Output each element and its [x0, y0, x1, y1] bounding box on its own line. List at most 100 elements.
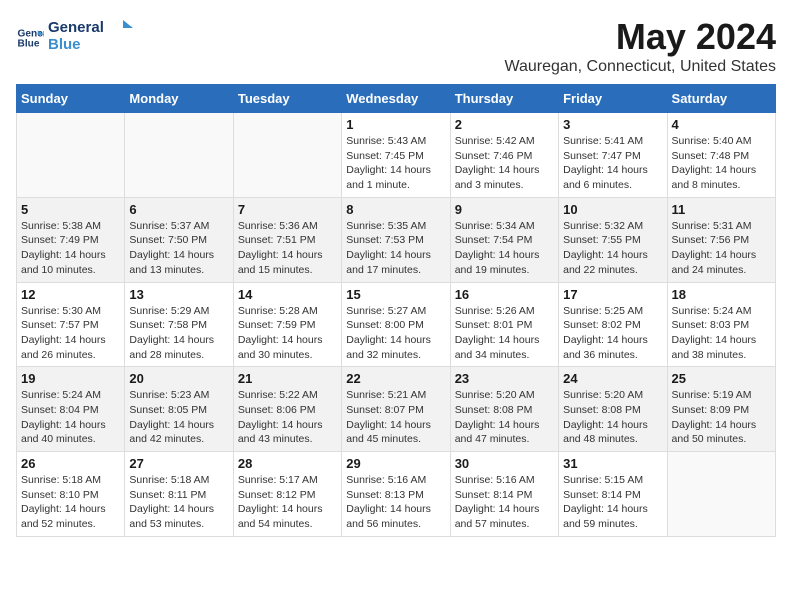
- day-info: Sunrise: 5:32 AM Sunset: 7:55 PM Dayligh…: [563, 219, 662, 278]
- day-info: Sunrise: 5:40 AM Sunset: 7:48 PM Dayligh…: [672, 134, 771, 193]
- day-info: Sunrise: 5:38 AM Sunset: 7:49 PM Dayligh…: [21, 219, 120, 278]
- day-info: Sunrise: 5:21 AM Sunset: 8:07 PM Dayligh…: [346, 388, 445, 447]
- day-number: 10: [563, 202, 662, 217]
- calendar-cell: 24 Sunrise: 5:20 AM Sunset: 8:08 PM Dayli…: [559, 367, 667, 452]
- calendar-cell: 28 Sunrise: 5:17 AM Sunset: 8:12 PM Dayli…: [233, 452, 341, 537]
- logo: General Blue General Blue: [16, 16, 138, 59]
- day-number: 1: [346, 117, 445, 132]
- calendar-cell: [17, 113, 125, 198]
- day-number: 21: [238, 371, 337, 386]
- calendar-cell: 12Sunrise: 5:30 AM Sunset: 7:57 PM Dayli…: [17, 282, 125, 367]
- column-header-friday: Friday: [559, 85, 667, 113]
- week-row-4: 19 Sunrise: 5:24 AM Sunset: 8:04 PM Dayli…: [17, 367, 776, 452]
- calendar-cell: 27 Sunrise: 5:18 AM Sunset: 8:11 PM Dayli…: [125, 452, 233, 537]
- day-info: Sunrise: 5:26 AM Sunset: 8:01 PM Dayligh…: [455, 304, 554, 363]
- day-number: 17: [563, 287, 662, 302]
- day-number: 5: [21, 202, 120, 217]
- calendar-cell: [233, 113, 341, 198]
- column-header-wednesday: Wednesday: [342, 85, 450, 113]
- logo-svg: General Blue: [48, 16, 138, 54]
- calendar-cell: 2 Sunrise: 5:42 AM Sunset: 7:46 PM Daylig…: [450, 113, 558, 198]
- day-number: 2: [455, 117, 554, 132]
- day-info: Sunrise: 5:23 AM Sunset: 8:05 PM Dayligh…: [129, 388, 228, 447]
- calendar-cell: 22 Sunrise: 5:21 AM Sunset: 8:07 PM Dayli…: [342, 367, 450, 452]
- calendar-cell: 26 Sunrise: 5:18 AM Sunset: 8:10 PM Dayli…: [17, 452, 125, 537]
- day-info: Sunrise: 5:16 AM Sunset: 8:14 PM Dayligh…: [455, 473, 554, 532]
- day-info: Sunrise: 5:35 AM Sunset: 7:53 PM Dayligh…: [346, 219, 445, 278]
- calendar-cell: 31 Sunrise: 5:15 AM Sunset: 8:14 PM Dayli…: [559, 452, 667, 537]
- day-info: Sunrise: 5:41 AM Sunset: 7:47 PM Dayligh…: [563, 134, 662, 193]
- day-number: 3: [563, 117, 662, 132]
- calendar-cell: 6Sunrise: 5:37 AM Sunset: 7:50 PM Daylig…: [125, 197, 233, 282]
- week-row-1: 1 Sunrise: 5:43 AM Sunset: 7:45 PM Daylig…: [17, 113, 776, 198]
- day-info: Sunrise: 5:18 AM Sunset: 8:11 PM Dayligh…: [129, 473, 228, 532]
- calendar-cell: 30 Sunrise: 5:16 AM Sunset: 8:14 PM Dayli…: [450, 452, 558, 537]
- day-info: Sunrise: 5:20 AM Sunset: 8:08 PM Dayligh…: [455, 388, 554, 447]
- column-header-monday: Monday: [125, 85, 233, 113]
- calendar-cell: 11Sunrise: 5:31 AM Sunset: 7:56 PM Dayli…: [667, 197, 775, 282]
- calendar-cell: 21 Sunrise: 5:22 AM Sunset: 8:06 PM Dayli…: [233, 367, 341, 452]
- calendar-cell: 17Sunrise: 5:25 AM Sunset: 8:02 PM Dayli…: [559, 282, 667, 367]
- day-number: 24: [563, 371, 662, 386]
- page-header: General Blue General Blue May 2024 Waure…: [16, 16, 776, 76]
- calendar-header-row: SundayMondayTuesdayWednesdayThursdayFrid…: [17, 85, 776, 113]
- calendar-cell: 9Sunrise: 5:34 AM Sunset: 7:54 PM Daylig…: [450, 197, 558, 282]
- column-header-sunday: Sunday: [17, 85, 125, 113]
- day-number: 31: [563, 456, 662, 471]
- day-info: Sunrise: 5:16 AM Sunset: 8:13 PM Dayligh…: [346, 473, 445, 532]
- calendar-cell: 19 Sunrise: 5:24 AM Sunset: 8:04 PM Dayli…: [17, 367, 125, 452]
- week-row-2: 5 Sunrise: 5:38 AM Sunset: 7:49 PM Daylig…: [17, 197, 776, 282]
- day-info: Sunrise: 5:22 AM Sunset: 8:06 PM Dayligh…: [238, 388, 337, 447]
- calendar-cell: 1 Sunrise: 5:43 AM Sunset: 7:45 PM Daylig…: [342, 113, 450, 198]
- day-info: Sunrise: 5:18 AM Sunset: 8:10 PM Dayligh…: [21, 473, 120, 532]
- day-info: Sunrise: 5:24 AM Sunset: 8:04 PM Dayligh…: [21, 388, 120, 447]
- calendar-cell: 20 Sunrise: 5:23 AM Sunset: 8:05 PM Dayli…: [125, 367, 233, 452]
- column-header-tuesday: Tuesday: [233, 85, 341, 113]
- calendar-cell: 8Sunrise: 5:35 AM Sunset: 7:53 PM Daylig…: [342, 197, 450, 282]
- day-info: Sunrise: 5:17 AM Sunset: 8:12 PM Dayligh…: [238, 473, 337, 532]
- day-number: 14: [238, 287, 337, 302]
- logo-icon: General Blue: [16, 24, 44, 52]
- day-info: Sunrise: 5:24 AM Sunset: 8:03 PM Dayligh…: [672, 304, 771, 363]
- day-info: Sunrise: 5:42 AM Sunset: 7:46 PM Dayligh…: [455, 134, 554, 193]
- calendar-cell: 18 Sunrise: 5:24 AM Sunset: 8:03 PM Dayli…: [667, 282, 775, 367]
- day-info: Sunrise: 5:37 AM Sunset: 7:50 PM Dayligh…: [129, 219, 228, 278]
- day-info: Sunrise: 5:43 AM Sunset: 7:45 PM Dayligh…: [346, 134, 445, 193]
- day-info: Sunrise: 5:36 AM Sunset: 7:51 PM Dayligh…: [238, 219, 337, 278]
- day-number: 19: [21, 371, 120, 386]
- svg-text:General: General: [48, 19, 104, 36]
- day-number: 28: [238, 456, 337, 471]
- day-number: 23: [455, 371, 554, 386]
- calendar-cell: 3 Sunrise: 5:41 AM Sunset: 7:47 PM Daylig…: [559, 113, 667, 198]
- day-number: 7: [238, 202, 337, 217]
- day-number: 27: [129, 456, 228, 471]
- day-number: 30: [455, 456, 554, 471]
- calendar-cell: [667, 452, 775, 537]
- title-block: May 2024 Wauregan, Connecticut, United S…: [504, 16, 776, 76]
- calendar-table: SundayMondayTuesdayWednesdayThursdayFrid…: [16, 84, 776, 537]
- day-info: Sunrise: 5:15 AM Sunset: 8:14 PM Dayligh…: [563, 473, 662, 532]
- day-number: 12: [21, 287, 120, 302]
- calendar-cell: 13Sunrise: 5:29 AM Sunset: 7:58 PM Dayli…: [125, 282, 233, 367]
- svg-text:Blue: Blue: [48, 36, 81, 53]
- day-info: Sunrise: 5:20 AM Sunset: 8:08 PM Dayligh…: [563, 388, 662, 447]
- day-number: 26: [21, 456, 120, 471]
- column-header-thursday: Thursday: [450, 85, 558, 113]
- day-number: 4: [672, 117, 771, 132]
- column-header-saturday: Saturday: [667, 85, 775, 113]
- day-info: Sunrise: 5:29 AM Sunset: 7:58 PM Dayligh…: [129, 304, 228, 363]
- day-number: 11: [672, 202, 771, 217]
- svg-text:Blue: Blue: [18, 38, 40, 49]
- day-number: 25: [672, 371, 771, 386]
- day-number: 15: [346, 287, 445, 302]
- calendar-cell: 5 Sunrise: 5:38 AM Sunset: 7:49 PM Daylig…: [17, 197, 125, 282]
- day-number: 22: [346, 371, 445, 386]
- day-number: 20: [129, 371, 228, 386]
- calendar-cell: 7 Sunrise: 5:36 AM Sunset: 7:51 PM Daylig…: [233, 197, 341, 282]
- day-info: Sunrise: 5:28 AM Sunset: 7:59 PM Dayligh…: [238, 304, 337, 363]
- day-number: 18: [672, 287, 771, 302]
- day-number: 16: [455, 287, 554, 302]
- day-info: Sunrise: 5:27 AM Sunset: 8:00 PM Dayligh…: [346, 304, 445, 363]
- calendar-cell: 14 Sunrise: 5:28 AM Sunset: 7:59 PM Dayli…: [233, 282, 341, 367]
- day-number: 9: [455, 202, 554, 217]
